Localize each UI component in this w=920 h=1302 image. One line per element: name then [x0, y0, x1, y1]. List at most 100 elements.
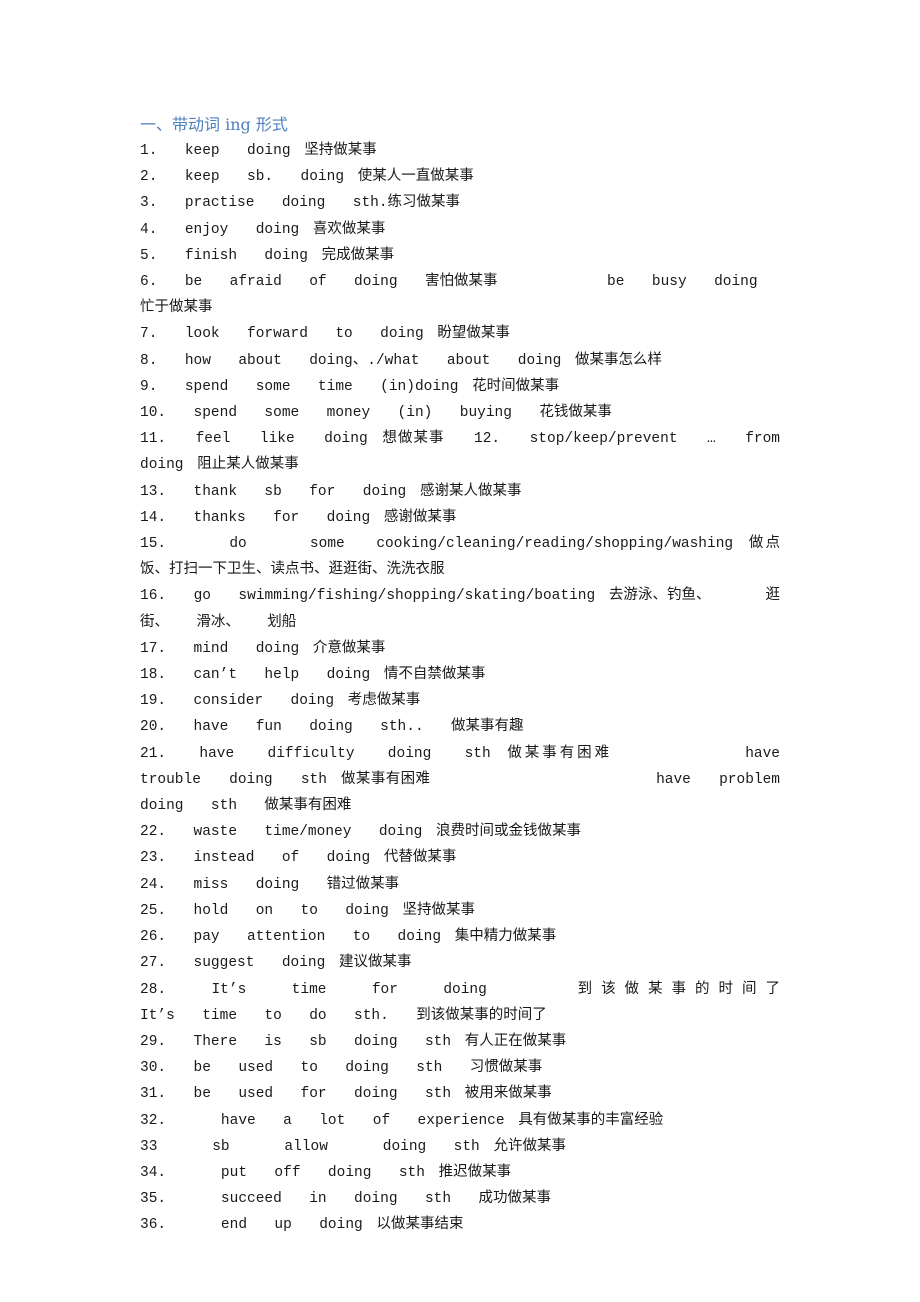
list-item: 31. be used for doing sth 被用来做某事 — [140, 1080, 780, 1106]
section-title: 一、带动词 ing 形式 — [140, 115, 288, 134]
item-text: mind doing 介意做某事 — [193, 640, 386, 657]
item-text: keep sb. doing 使某人一直做某事 — [184, 169, 474, 186]
item-number: 33 — [140, 1138, 185, 1155]
item-number: 7. — [140, 326, 185, 343]
item-text: pay attention to doing 集中精力做某事 — [193, 929, 557, 946]
list-item: 22. waste time/money doing 浪费时间或金钱做某事 — [140, 818, 780, 844]
item-number: 18. — [140, 667, 194, 684]
list-item: 30. be used to doing sth 习惯做某事 — [140, 1054, 780, 1080]
list-item: 25. hold on to doing 坚持做某事 — [140, 897, 780, 923]
item-number: 9. — [140, 378, 185, 395]
item-number: 27. — [140, 955, 194, 972]
item-number: 24. — [140, 876, 194, 893]
item-number: 25. — [140, 902, 194, 919]
item-text: how about doing、./what about doing 做某事怎么… — [184, 352, 662, 369]
list-item: 33 sb allow doing sth 允许做某事 — [140, 1133, 780, 1159]
item-text: miss doing 错过做某事 — [193, 876, 400, 893]
item-text: do some cooking/cleaning/reading/shoppin… — [140, 536, 781, 579]
item-number: 15. — [140, 536, 198, 553]
list-item: 18. can’t help doing 情不自禁做某事 — [140, 661, 780, 687]
list-item: 27. suggest doing 建议做某事 — [140, 949, 780, 975]
list-item: 5. finish doing 完成做某事 — [140, 242, 780, 268]
list-item: 4. enjoy doing 喜欢做某事 — [140, 216, 780, 242]
list-item: 35. succeed in doing sth 成功做某事 — [140, 1185, 780, 1211]
item-text: thank sb for doing 感谢某人做某事 — [193, 483, 522, 500]
item-number: 16. — [140, 588, 194, 605]
item-number: 32. — [140, 1112, 194, 1129]
item-text: look forward to doing 盼望做某事 — [184, 326, 510, 343]
item-number: 36. — [140, 1217, 194, 1234]
item-number: 11. — [140, 431, 196, 448]
item-number: 35. — [140, 1191, 194, 1208]
item-text: thanks for doing 感谢做某事 — [193, 509, 457, 526]
item-text: spend some money (in) buying 花钱做某事 — [193, 405, 612, 422]
list-item: 29. There is sb doing sth 有人正在做某事 — [140, 1028, 780, 1054]
item-text: can’t help doing 情不自禁做某事 — [193, 667, 486, 684]
list-item: 15. do some cooking/cleaning/reading/sho… — [140, 530, 780, 582]
item-number: 31. — [140, 1086, 194, 1103]
item-number: 2. — [140, 169, 185, 186]
list-item: 34. put off doing sth 推迟做某事 — [140, 1159, 780, 1185]
item-text: suggest doing 建议做某事 — [193, 955, 412, 972]
list-item: 10. spend some money (in) buying 花钱做某事 — [140, 399, 780, 425]
item-number: 5. — [140, 247, 185, 264]
item-text: enjoy doing 喜欢做某事 — [184, 221, 386, 238]
item-number: 26. — [140, 929, 194, 946]
phrase-list: 1. keep doing 坚持做某事 2. keep sb. doing 使某人… — [140, 137, 780, 1238]
item-number: 17. — [140, 640, 194, 657]
item-text: be used to doing sth 习惯做某事 — [193, 1060, 543, 1077]
item-text: have difficulty doing sth 做某事有困难 have tr… — [140, 745, 808, 815]
item-text: There is sb doing sth 有人正在做某事 — [193, 1033, 567, 1050]
item-text: finish doing 完成做某事 — [184, 247, 395, 264]
list-item: 17. mind doing 介意做某事 — [140, 635, 780, 661]
item-text: be used for doing sth 被用来做某事 — [193, 1086, 552, 1103]
list-item: 28. It’s time for doing 到该做某事的时间了 It’s t… — [140, 976, 780, 1028]
item-number: 22. — [140, 824, 194, 841]
item-text: put off doing sth 推迟做某事 — [193, 1164, 512, 1181]
list-item: 14. thanks for doing 感谢做某事 — [140, 504, 780, 530]
item-number: 30. — [140, 1060, 194, 1077]
item-text: consider doing 考虑做某事 — [193, 693, 421, 710]
item-text: It’s time for doing 到该做某事的时间了 It’s time … — [140, 981, 780, 1024]
item-text: sb allow doing sth 允许做某事 — [184, 1138, 566, 1155]
item-number: 4. — [140, 221, 185, 238]
list-item: 24. miss doing 错过做某事 — [140, 871, 780, 897]
item-text: be afraid of doing 害怕做某事 be busy doing 忙… — [140, 274, 785, 317]
item-text: feel like doing 想做某事 12. stop/keep/preve… — [140, 431, 808, 474]
item-text: have a lot of experience 具有做某事的丰富经验 — [193, 1112, 664, 1129]
item-text: succeed in doing sth 成功做某事 — [193, 1191, 551, 1208]
list-item: 26. pay attention to doing 集中精力做某事 — [140, 923, 780, 949]
item-number: 19. — [140, 693, 194, 710]
item-number: 3. — [140, 195, 185, 212]
item-number: 28. — [140, 981, 212, 998]
item-number: 34. — [140, 1164, 194, 1181]
list-item: 11. feel like doing 想做某事 12. stop/keep/p… — [140, 425, 780, 477]
item-number: 13. — [140, 483, 194, 500]
item-text: instead of doing 代替做某事 — [193, 850, 457, 867]
item-number: 14. — [140, 509, 194, 526]
item-text: waste time/money doing 浪费时间或金钱做某事 — [193, 824, 582, 841]
item-number: 21. — [140, 745, 200, 762]
item-text: spend some time (in)doing 花时间做某事 — [184, 378, 560, 395]
list-item: 6. be afraid of doing 害怕做某事 be busy doin… — [140, 268, 780, 320]
item-text: hold on to doing 坚持做某事 — [193, 902, 476, 919]
list-item: 13. thank sb for doing 感谢某人做某事 — [140, 478, 780, 504]
list-item: 8. how about doing、./what about doing 做某… — [140, 347, 780, 373]
item-text: keep doing 坚持做某事 — [184, 143, 377, 159]
list-item: 36. end up doing 以做某事结束 — [140, 1211, 780, 1237]
list-item: 3. practise doing sth.练习做某事 — [140, 189, 780, 215]
list-item: 1. keep doing 坚持做某事 — [140, 137, 780, 163]
item-text: have fun doing sth.. 做某事有趣 — [193, 719, 524, 736]
item-text: end up doing 以做某事结束 — [193, 1217, 464, 1234]
item-number: 10. — [140, 405, 194, 422]
item-number: 23. — [140, 850, 194, 867]
list-item: 2. keep sb. doing 使某人一直做某事 — [140, 163, 780, 189]
item-text: practise doing sth.练习做某事 — [184, 195, 461, 212]
item-number: 6. — [140, 274, 185, 291]
list-item: 23. instead of doing 代替做某事 — [140, 844, 780, 870]
item-number: 20. — [140, 719, 194, 736]
list-item: 20. have fun doing sth.. 做某事有趣 — [140, 713, 780, 739]
list-item: 19. consider doing 考虑做某事 — [140, 687, 780, 713]
list-item: 9. spend some time (in)doing 花时间做某事 — [140, 373, 780, 399]
list-item: 32. have a lot of experience 具有做某事的丰富经验 — [140, 1107, 780, 1133]
